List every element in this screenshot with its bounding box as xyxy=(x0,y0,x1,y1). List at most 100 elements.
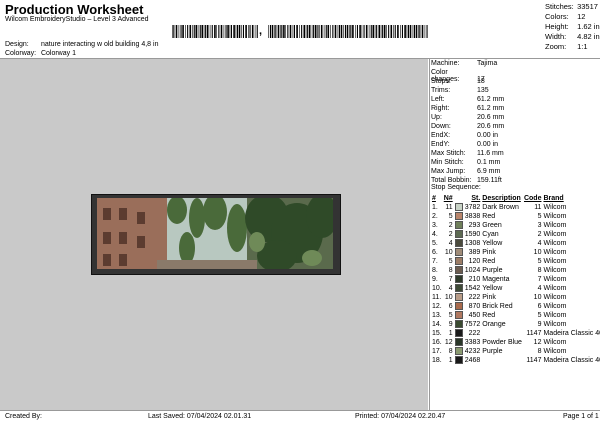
thread-brand: Wilcom xyxy=(543,321,567,328)
thread-description: Red xyxy=(482,312,496,319)
stop-number: 4. xyxy=(432,231,438,238)
thread-description: Red xyxy=(482,258,496,265)
stop-number: 1. xyxy=(432,204,438,211)
thread-brand: Wilcom xyxy=(543,339,567,346)
needle-number: 1 xyxy=(448,357,453,364)
col-header-description: Description xyxy=(482,195,521,202)
colorway-value: Colorway 1 xyxy=(40,50,76,57)
info-label: Trims: xyxy=(431,87,451,94)
table-header-row: # N# St. Description Code Brand xyxy=(431,194,600,203)
stop-number: 17. xyxy=(432,348,442,355)
thread-color-swatch xyxy=(454,293,463,302)
software-subtitle: Wilcom EmbroideryStudio – Level 3 Advanc… xyxy=(5,16,149,23)
stop-number: 18. xyxy=(432,357,442,364)
table-row: 2. 5 3838 Red 5 Wilcom xyxy=(431,212,600,221)
table-row: 15. 1 222 1147 Madeira Classic 40 xyxy=(431,329,600,338)
machine-info-row: Total Bobbin: 159.11ft xyxy=(431,177,502,184)
stitch-count: 3782 xyxy=(464,204,481,211)
design-value: nature interacting w old building 4,8 in xyxy=(40,41,159,48)
stop-sequence-table: # N# St. Description Code Brand 1. 11 3782… xyxy=(431,194,600,365)
thread-description: Yellow xyxy=(482,240,503,247)
thread-brand: Wilcom xyxy=(543,276,567,283)
color-swatch xyxy=(454,221,464,230)
stitch-count: 1024 xyxy=(464,267,481,274)
thread-brand: Wilcom xyxy=(543,213,567,220)
info-value: 61.2 mm xyxy=(477,105,505,112)
machine-info-row: Min Stitch: 0.1 mm xyxy=(431,159,500,166)
machine-info-row: Up: 20.6 mm xyxy=(431,114,504,121)
machine-info-row: Trims: 135 xyxy=(431,87,489,94)
design-row: Design: nature interacting w old buildin… xyxy=(5,41,158,48)
info-label: Up: xyxy=(431,114,442,121)
thread-color-swatch xyxy=(454,212,463,221)
summary-stitches: Stitches: 33517 xyxy=(545,2,598,11)
thread-brand: Wilcom xyxy=(543,312,567,319)
thread-description: Magenta xyxy=(482,276,510,283)
stop-number: 10. xyxy=(432,285,442,292)
needle-number: 4 xyxy=(448,285,453,292)
summary-zoom: Zoom: 1:1 xyxy=(545,42,588,51)
thread-code: 4 xyxy=(537,240,542,247)
stitch-count: 870 xyxy=(468,303,481,310)
stitch-count: 4232 xyxy=(464,348,481,355)
info-label: Min Stitch: xyxy=(431,159,464,166)
col-header-brand: Brand xyxy=(543,195,564,202)
thread-code: 11 xyxy=(534,204,542,211)
thread-brand: Wilcom xyxy=(543,294,567,301)
needle-number: 10 xyxy=(444,249,453,256)
info-label: Total Bobbin: xyxy=(431,177,472,184)
thread-description: Pink xyxy=(482,249,496,256)
color-swatch xyxy=(454,239,464,248)
stop-number: 15. xyxy=(432,330,442,337)
table-row: 17. 8 4232 Purple 8 Wilcom xyxy=(431,347,600,356)
summary-height: Height: 1.62 in xyxy=(545,22,600,31)
info-value: 18 xyxy=(477,78,485,85)
needle-number: 5 xyxy=(448,213,453,220)
stop-number: 12. xyxy=(432,303,442,310)
stop-number: 11. xyxy=(432,294,442,301)
stitch-count: 210 xyxy=(468,276,481,283)
info-value: 11.6 mm xyxy=(477,150,504,157)
thread-brand: Wilcom xyxy=(543,285,567,292)
machine-info-row: EndY: 0.00 in xyxy=(431,141,498,148)
thread-description: Green xyxy=(482,222,502,229)
thread-code: 6 xyxy=(537,303,542,310)
thread-description: Red xyxy=(482,213,496,220)
barcode-separator: , xyxy=(259,25,263,37)
stitch-count: 450 xyxy=(468,312,481,319)
design-label: Design: xyxy=(5,41,29,48)
thread-code: 5 xyxy=(537,312,542,319)
table-row: 7. 5 120 Red 5 Wilcom xyxy=(431,257,600,266)
color-swatch xyxy=(454,284,464,293)
thread-code: 7 xyxy=(537,276,542,283)
table-row: 14. 9 7572 Orange 9 Wilcom xyxy=(431,320,600,329)
table-row: 9. 7 210 Magenta 7 Wilcom xyxy=(431,275,600,284)
thread-code: 5 xyxy=(537,213,542,220)
table-row: 10. 4 1542 Yellow 4 Wilcom xyxy=(431,284,600,293)
barcode-secondary xyxy=(268,25,428,38)
thread-description xyxy=(481,356,523,365)
thread-brand: Madeira Classic 40 xyxy=(543,357,600,364)
color-swatch xyxy=(454,347,464,356)
stitch-count: 2468 xyxy=(464,357,481,364)
thread-brand: Wilcom xyxy=(543,267,567,274)
thread-code: 12 xyxy=(533,339,542,346)
stitch-count: 1590 xyxy=(464,231,481,238)
thread-description: Dark Brown xyxy=(482,204,519,211)
col-header-code: Code xyxy=(523,195,542,202)
machine-info-row: Max Stitch: 11.6 mm xyxy=(431,150,504,157)
stitch-count: 120 xyxy=(468,258,481,265)
color-swatch xyxy=(454,338,464,347)
printed-date: Printed: 07/04/2024 02.20.47 xyxy=(355,413,446,420)
thread-color-swatch xyxy=(454,356,463,365)
info-value: 6.9 mm xyxy=(477,168,501,175)
thread-code: 10 xyxy=(533,294,542,301)
machine-info-row: Machine: Tajima xyxy=(431,60,497,67)
table-row: 12. 6 870 Brick Red 6 Wilcom xyxy=(431,302,600,311)
thread-description xyxy=(481,329,523,338)
thread-brand: Wilcom xyxy=(543,240,567,247)
col-header-num: # xyxy=(432,195,436,202)
color-swatch xyxy=(454,248,464,257)
thread-brand: Wilcom xyxy=(543,222,567,229)
color-swatch xyxy=(454,356,464,365)
